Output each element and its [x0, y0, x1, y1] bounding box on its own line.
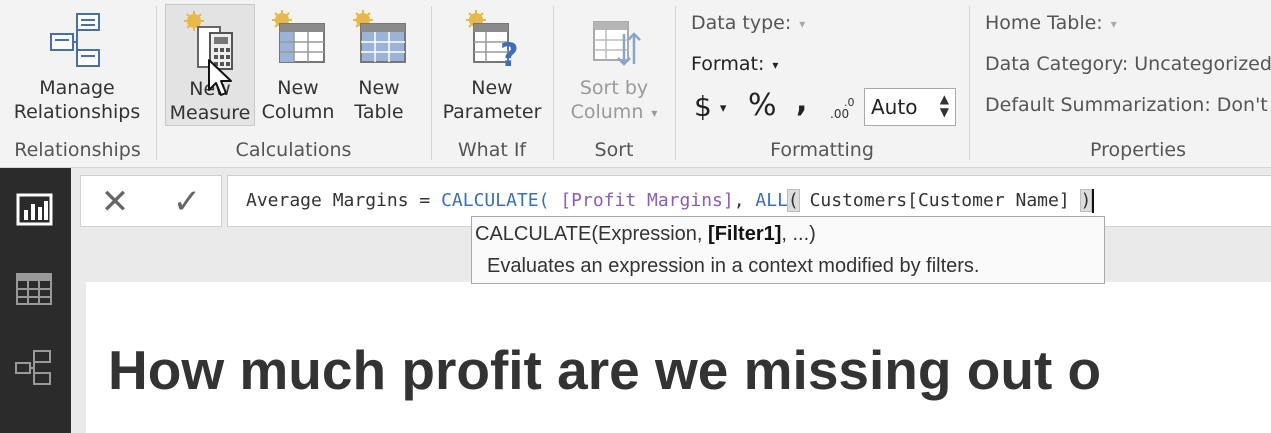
data-category-dropdown[interactable]: Data Category: Uncategorized — [985, 53, 1271, 75]
left-nav — [0, 168, 71, 433]
new-table-label-line2: Table — [354, 101, 404, 123]
chevron-down-icon: ▾ — [1110, 16, 1117, 31]
tooltip-signature-prefix: CALCULATE(Expression, — [475, 223, 709, 245]
svg-text:?: ? — [500, 36, 519, 70]
page-title: How much profit are we missing out o — [108, 339, 1102, 401]
manage-relationships-icon — [50, 13, 100, 67]
chevron-down-icon: ▾ — [719, 100, 727, 116]
tooltip-current-param: [Filter1] — [708, 223, 782, 245]
calculations-group: New Measure New Column — [157, 0, 430, 167]
new-table-icon — [353, 10, 406, 63]
relationships-group-label: Relationships — [14, 139, 141, 161]
default-summarization-dropdown[interactable]: Default Summarization: Don't — [985, 94, 1268, 116]
model-view-icon — [15, 350, 51, 385]
model-view-button[interactable] — [0, 340, 71, 400]
manage-label-line2: Relationships — [13, 101, 141, 123]
spinner-icon[interactable]: ▲ ▼ — [940, 93, 949, 119]
format-label: Format: — [691, 53, 765, 75]
report-view-icon — [16, 193, 53, 226]
sort-by-label-line2: Column ▾ — [560, 100, 668, 125]
formula-measure-ref: [Profit Margins] — [560, 190, 734, 211]
new-parameter-icon: ? — [466, 10, 519, 70]
new-table-button[interactable]: New Table — [341, 4, 417, 126]
tooltip-description: Evaluates an expression in a context mod… — [487, 255, 980, 277]
relationships-group: Manage Relationships Relationships — [0, 0, 155, 167]
sort-by-column-button[interactable]: Sort by Column ▾ — [560, 4, 668, 126]
chevron-down-icon: ▾ — [799, 16, 806, 31]
percent-format-button[interactable]: % — [748, 88, 777, 123]
tooltip-signature: CALCULATE(Expression, [Filter1], ...) — [475, 223, 816, 246]
function-signature-tooltip: CALCULATE(Expression, [Filter1], ...) Ev… — [471, 216, 1105, 284]
tooltip-signature-suffix: , ...) — [781, 223, 816, 245]
ribbon: Manage Relationships Relationships New M… — [0, 0, 1271, 168]
svg-text:.00: .00 — [830, 107, 849, 121]
new-column-icon — [272, 10, 325, 63]
formula-open-paren-highlight: ( — [786, 189, 800, 212]
new-column-label-line2: Column — [261, 101, 335, 123]
currency-symbol: $ — [694, 90, 712, 123]
text-cursor — [1092, 189, 1095, 213]
chevron-down-icon: ▾ — [651, 105, 658, 120]
calculations-group-label: Calculations — [235, 139, 352, 161]
formula-fn-all: ALL — [755, 190, 788, 211]
data-view-button[interactable] — [0, 260, 71, 320]
new-column-label-line1: New — [277, 77, 319, 99]
decimal-places-value: Auto — [871, 95, 918, 119]
commit-formula-button[interactable]: ✓ — [167, 182, 207, 222]
mouse-pointer-icon — [208, 59, 232, 96]
decimal-places-input[interactable]: Auto ▲ ▼ — [864, 88, 956, 126]
sort-by-column-icon — [593, 21, 641, 66]
new-column-button[interactable]: New Column — [257, 4, 339, 126]
checkmark-icon: ✓ — [172, 182, 202, 222]
properties-group-label: Properties — [1090, 139, 1187, 161]
home-table-dropdown[interactable]: Home Table: ▾ — [985, 12, 1117, 34]
manage-label-line1: Manage — [39, 77, 115, 99]
data-type-dropdown[interactable]: Data type: ▾ — [691, 12, 805, 34]
formula-fn-calculate: CALCULATE — [441, 190, 539, 211]
decimal-places-button[interactable]: .00 .0 — [830, 92, 860, 127]
sort-group-label: Sort — [594, 139, 634, 161]
currency-format-button[interactable]: $ ▾ — [694, 90, 726, 123]
formula-close-paren-highlight: ) — [1079, 189, 1093, 212]
comma-format-button[interactable]: , — [796, 84, 807, 119]
new-parameter-label-line1: New — [471, 77, 513, 99]
cancel-formula-button[interactable]: ✕ — [95, 182, 135, 222]
new-table-label-line1: New — [358, 77, 400, 99]
formula-prefix: Average Margins = — [246, 190, 442, 211]
formula-column-ref: Customers[Customer Name] — [798, 190, 1081, 211]
formula-open-paren: ( — [538, 190, 561, 211]
what-if-group: ? New Parameter What If — [432, 0, 552, 167]
data-type-label: Data type: — [691, 12, 792, 34]
format-dropdown[interactable]: Format: ▾ — [691, 53, 778, 75]
sort-by-label-text: Column — [570, 101, 644, 123]
close-icon: ✕ — [100, 182, 130, 222]
new-parameter-button[interactable]: ? New Parameter — [438, 4, 546, 126]
sort-by-label-line1: Sort by — [579, 77, 649, 99]
new-parameter-label-line2: Parameter — [442, 101, 542, 123]
manage-relationships-button[interactable]: Manage Relationships — [4, 4, 150, 126]
report-view-button[interactable] — [0, 180, 71, 240]
formatting-group-label: Formatting — [770, 139, 874, 161]
report-canvas[interactable]: How much profit are we missing out o — [86, 282, 1271, 433]
formula-buttons: ✕ ✓ — [80, 175, 222, 227]
chevron-down-icon: ▾ — [772, 57, 779, 72]
decimal-places-icon: .00 .0 — [830, 96, 855, 121]
formula-separator: , — [733, 190, 756, 211]
data-view-icon — [16, 273, 52, 305]
sort-group: Sort by Column ▾ Sort — [554, 0, 674, 167]
new-measure-label-line2: Measure — [169, 102, 251, 124]
home-table-label: Home Table: — [985, 12, 1103, 34]
svg-text:.0: .0 — [844, 96, 855, 109]
what-if-group-label: What If — [457, 139, 527, 161]
